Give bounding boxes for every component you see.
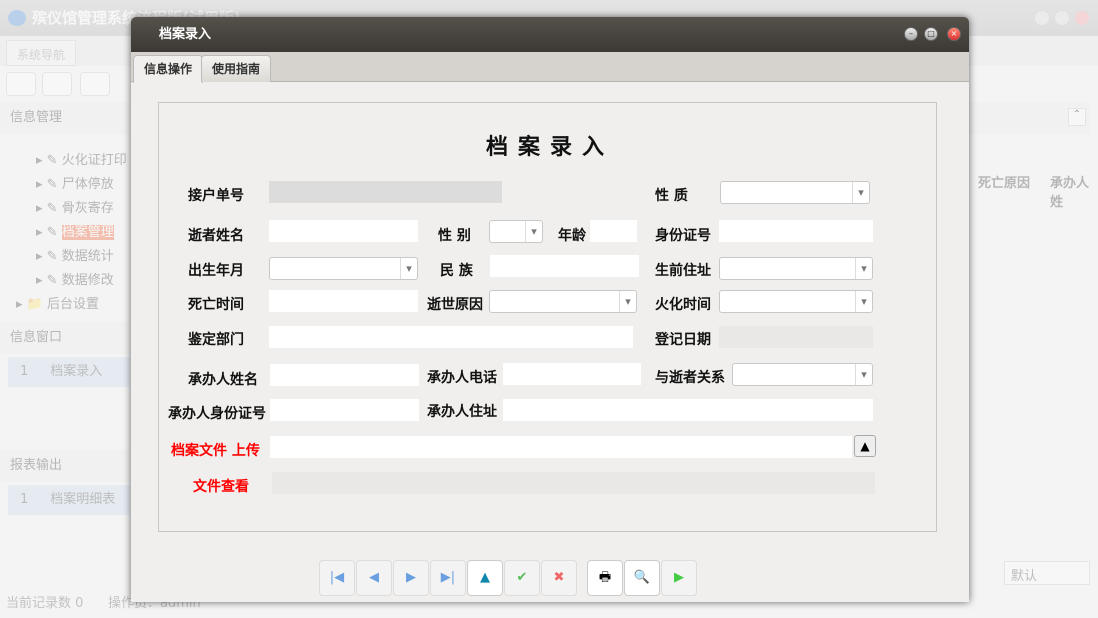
name-field[interactable] [269,220,418,242]
relation-select[interactable] [732,363,873,386]
prev-record-button[interactable]: ◀ [356,560,392,596]
cremation-time-select[interactable] [719,290,873,313]
tree-item[interactable]: ▸ ✎ 数据修改 [36,269,114,288]
maximize-icon[interactable] [1054,10,1070,26]
label-death-time: 死亡时间 [188,294,244,314]
confirm-button[interactable]: ✔ [504,560,540,596]
nature-select[interactable] [720,181,870,204]
tab-system-nav[interactable]: 系统导航 [6,40,76,66]
label-gender: 性 别 [438,225,471,245]
form-title: 档案录入 [131,129,969,161]
column-header[interactable]: 承办人姓 [1050,172,1098,210]
gender-select[interactable] [489,220,543,243]
app-logo-icon [8,10,26,26]
section-info-window: 信息窗口 [0,322,130,354]
section-report-output: 报表输出 [0,450,130,482]
tree-item-selected[interactable]: ▸ ✎ 档案管理 [36,221,114,240]
id-no-field[interactable] [719,220,873,242]
list-item[interactable]: 1档案录入 [8,357,130,387]
dialog-title: 档案录入 [131,17,969,52]
form-panel [158,102,937,532]
list-tool-button[interactable] [42,72,72,96]
label-appraisal: 鉴定部门 [188,329,244,349]
label-upload: 档案文件 上传 [171,440,260,460]
label-name: 逝者姓名 [188,225,244,245]
close-icon[interactable] [1074,10,1090,26]
search-tool-button[interactable] [6,72,36,96]
label-nature: 性 质 [655,185,688,205]
death-cause-select[interactable] [489,290,637,313]
upload-button[interactable]: ▲ [854,435,876,457]
maximize-icon[interactable]: □ [924,27,938,41]
label-ethnic: 民 族 [440,260,473,280]
next-record-button[interactable]: ▶ [393,560,429,596]
appraisal-field[interactable] [269,326,633,348]
label-cremation-time: 火化时间 [655,294,711,314]
last-record-button[interactable]: ▶| [430,560,466,596]
ethnic-field[interactable] [490,255,639,277]
label-id-no: 身份证号 [655,225,711,245]
label-age: 年龄 [558,225,586,245]
label-agent-phone: 承办人电话 [427,367,497,387]
print-icon[interactable]: 🖶 [587,560,623,596]
preview-icon[interactable]: 🔍 [624,560,660,596]
upload-field[interactable] [270,436,852,458]
tree-item[interactable]: ▸ ✎ 数据统计 [36,245,114,264]
close-icon[interactable]: × [947,27,961,41]
agent-id-field[interactable] [270,399,419,421]
label-agent-id: 承办人身份证号 [168,403,266,423]
minimize-icon[interactable]: – [904,27,918,41]
archive-entry-dialog: 档案录入 – □ × 信息操作 使用指南 档案录入 接户单号 性 质 逝者姓名 … [131,17,969,602]
tab-user-guide[interactable]: 使用指南 [201,55,271,82]
tree-item[interactable]: ▸ ✎ 骨灰寄存 [36,197,114,216]
death-time-field[interactable] [269,290,418,312]
run-button[interactable]: ▶ [661,560,697,596]
first-record-button[interactable]: |◀ [319,560,355,596]
tree-folder[interactable]: ▸ 📁 后台设置 [16,293,99,312]
cancel-button[interactable]: ✖ [541,560,577,596]
collapse-icon[interactable]: ⌃ [1068,108,1086,126]
view-file-field [272,472,875,494]
label-reg-date: 登记日期 [655,329,711,349]
doc-tool-button[interactable] [80,72,110,96]
label-agent-address: 承办人住址 [427,401,497,421]
label-address: 生前住址 [655,260,711,280]
agent-phone-field[interactable] [503,363,641,385]
tab-info-operation[interactable]: 信息操作 [133,55,203,83]
label-birth: 出生年月 [188,260,244,280]
minimize-icon[interactable] [1034,10,1050,26]
label-agent-name: 承办人姓名 [188,369,258,389]
tree-item[interactable]: ▸ ✎ 火化证打印 [36,149,127,168]
tree-item[interactable]: ▸ ✎ 尸体停放 [36,173,114,192]
receive-no-field [269,181,502,203]
label-receive-no: 接户单号 [188,185,244,205]
list-item[interactable]: 1档案明细表 [8,485,130,515]
age-field[interactable] [590,220,637,242]
address-select[interactable] [719,257,873,280]
add-button[interactable]: ▲ [467,560,503,596]
agent-name-field[interactable] [270,364,419,386]
sort-select[interactable]: 默认 [1004,561,1090,585]
record-count: 当前记录数 0 [6,592,83,611]
label-relation: 与逝者关系 [655,367,725,387]
label-death-cause: 逝世原因 [427,294,483,314]
column-header[interactable]: 死亡原因 [978,172,1030,191]
label-view-file[interactable]: 文件查看 [193,476,249,496]
agent-address-field[interactable] [503,399,873,421]
reg-date-field [719,326,873,348]
birth-select[interactable] [269,257,418,280]
